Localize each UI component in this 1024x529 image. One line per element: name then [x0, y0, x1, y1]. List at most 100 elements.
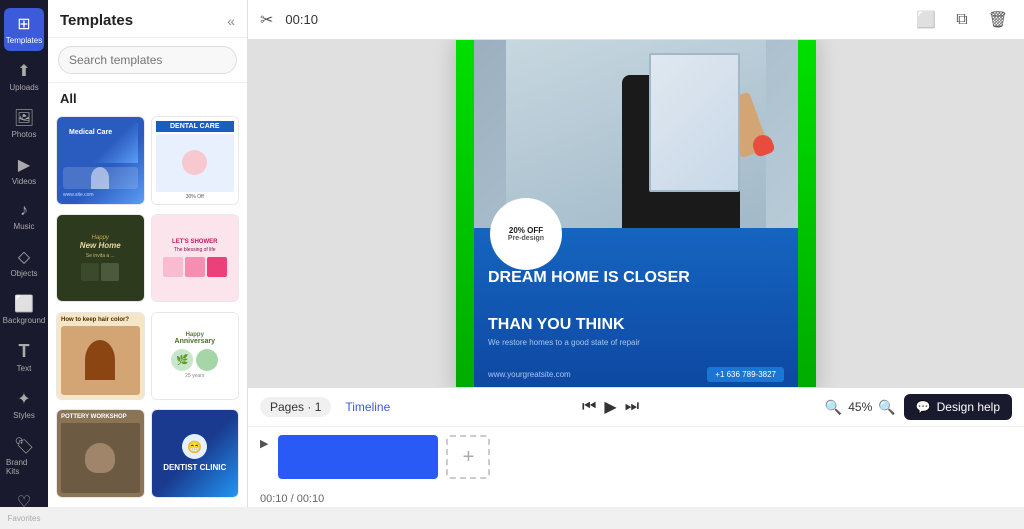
timeline-content: ▶ +: [248, 427, 1024, 487]
template-dentist-clinic[interactable]: 😁 Dentist Clinic: [151, 409, 240, 498]
sidebar-item-label: Styles: [13, 411, 35, 420]
favorites-icon: ♡: [17, 492, 31, 512]
time-display-bar: 00:10 / 00:10: [248, 487, 1024, 511]
design-bottom: 20% OFF Pre-design DREAM HOME IS CLOSER …: [474, 228, 798, 387]
photos-icon: 🖼: [14, 108, 34, 128]
frame-button[interactable]: ⬜: [912, 6, 940, 34]
sidebar-nav: ⊞ Templates ⬆ Uploads 🖼 Photos ▶ Videos …: [0, 0, 48, 507]
glove: [750, 132, 776, 158]
time-display: 00:10 / 00:10: [260, 487, 324, 505]
templates-icon: ⊞: [17, 14, 30, 34]
templates-panel-title: Templates: [60, 12, 133, 29]
template-medical-care[interactable]: Medical Care www.site.com: [56, 116, 145, 205]
design-help-icon: 💬: [916, 400, 931, 414]
skip-forward-button[interactable]: ⏭: [625, 398, 639, 416]
templates-grid: Medical Care www.site.com DENTAL CARE 30…: [48, 110, 247, 507]
template-label: Anniversary: [175, 338, 215, 345]
sidebar-item-styles[interactable]: ✦ Styles: [4, 383, 44, 426]
design-help-button[interactable]: 💬 Design help: [904, 394, 1012, 420]
headline-line2: THAN YOU THINK: [488, 315, 784, 334]
background-icon: ⬜: [14, 294, 34, 314]
sidebar-item-objects[interactable]: ◇ Objects: [4, 241, 44, 284]
template-label: The blessing of life: [174, 247, 216, 253]
scissors-icon[interactable]: ✂: [260, 10, 273, 30]
sidebar-item-videos[interactable]: ▶ Videos: [4, 149, 44, 192]
uploads-icon: ⬆: [17, 61, 30, 81]
sidebar-item-label: Templates: [6, 36, 42, 45]
all-label: All: [48, 83, 247, 110]
template-pottery-workshop[interactable]: POTTERY WORKSHOP: [56, 409, 145, 498]
sidebar-item-brandkits[interactable]: 🏷 Brand Kits: [4, 430, 44, 482]
sidebar-item-label: Objects: [10, 269, 37, 278]
sidebar-item-templates[interactable]: ⊞ Templates: [4, 8, 44, 51]
template-lets-shower[interactable]: LET'S SHOWER The blessing of life: [151, 214, 240, 303]
sidebar-item-label: Videos: [12, 177, 36, 186]
zoom-percent: 45%: [848, 400, 872, 414]
current-time: 00:10: [285, 12, 318, 27]
timeline-item-1: [278, 435, 438, 479]
skip-back-button[interactable]: ⏮: [582, 398, 596, 416]
timeline-controls: Pages · 1 Timeline ⏮ ▶ ⏭ 🔍 45% 🔍 💬 Desig…: [248, 388, 1024, 427]
design-url: www.yourgreatsite.com: [488, 370, 571, 379]
copy-button[interactable]: ⧉: [952, 7, 971, 33]
template-label: New Home: [80, 241, 121, 250]
template-dental-care[interactable]: DENTAL CARE 30% Off: [151, 116, 240, 205]
wall-panel: [649, 53, 740, 192]
text-icon: T: [19, 341, 30, 362]
template-label: LET'S SHOWER: [172, 239, 217, 245]
add-clip-button[interactable]: +: [446, 435, 490, 479]
sidebar-item-background[interactable]: ⬜ Background: [4, 288, 44, 331]
template-anniversary[interactable]: Happy Anniversary 🌿 25 years: [151, 312, 240, 401]
search-bar: [48, 38, 247, 83]
music-icon: ♪: [20, 202, 28, 220]
design-help-label: Design help: [937, 400, 1000, 414]
template-label: DENTAL CARE: [156, 121, 235, 132]
zoom-out-button[interactable]: 🔍: [825, 399, 842, 416]
sidebar-item-label: Favorites: [8, 514, 41, 523]
sidebar-item-text[interactable]: T Text: [4, 335, 44, 379]
objects-icon: ◇: [18, 247, 30, 267]
sidebar-item-label: Uploads: [9, 83, 38, 92]
play-button[interactable]: ▶: [604, 397, 616, 417]
timeline-clip[interactable]: [278, 435, 438, 479]
sidebar-item-uploads[interactable]: ⬆ Uploads: [4, 55, 44, 98]
template-dentist-label: Dentist Clinic: [163, 463, 226, 473]
template-label: Medical Care: [63, 123, 138, 163]
editor-toolbar: ✂ 00:10 ⬜ ⧉ 🗑: [248, 0, 1024, 40]
headline-line1: DREAM HOME IS CLOSER: [488, 268, 784, 287]
videos-icon: ▶: [18, 155, 30, 175]
timeline-tab[interactable]: Timeline: [339, 397, 396, 417]
sidebar-item-label: Background: [3, 316, 46, 325]
templates-header: Templates «: [48, 0, 247, 38]
sidebar-item-label: Text: [17, 364, 32, 373]
delete-button[interactable]: 🗑: [984, 6, 1012, 34]
sidebar-item-music[interactable]: ♪ Music: [4, 196, 44, 237]
zoom-controls: 🔍 45% 🔍: [825, 399, 896, 416]
template-label: POTTERY WORKSHOP: [61, 414, 140, 420]
sidebar-item-favorites[interactable]: ♡ Favorites: [4, 486, 44, 529]
sidebar-item-photos[interactable]: 🖼 Photos: [4, 102, 44, 145]
template-happy-new-home[interactable]: Happy New Home Se invita a ...: [56, 214, 145, 303]
design-subtext: We restore homes to a good state of repa…: [488, 338, 784, 347]
zoom-in-button[interactable]: 🔍: [878, 399, 895, 416]
templates-panel: Templates « All Medical Care www.site.co…: [48, 0, 248, 507]
sidebar-item-label: Music: [14, 222, 35, 231]
sidebar-item-label: Brand Kits: [6, 458, 42, 476]
template-hair-color[interactable]: How to keep hair color?: [56, 312, 145, 401]
offer-badge: 20% OFF Pre-design: [490, 198, 562, 270]
design-card: 20% OFF Pre-design DREAM HOME IS CLOSER …: [456, 40, 816, 387]
sidebar-item-label: Photos: [12, 130, 37, 139]
timeline-bar: Pages · 1 Timeline ⏮ ▶ ⏭ 🔍 45% 🔍 💬 Desig…: [248, 387, 1024, 507]
collapse-panel-button[interactable]: «: [227, 13, 235, 29]
editor-area: ✂ 00:10 ⬜ ⧉ 🗑: [248, 0, 1024, 507]
template-label: Se invita a ...: [86, 253, 115, 259]
design-footer: www.yourgreatsite.com +1 636 789-3827: [488, 367, 784, 382]
design-phone: +1 636 789-3827: [707, 367, 784, 382]
pages-button[interactable]: Pages · 1: [260, 397, 331, 417]
brandkits-icon: 🏷: [14, 436, 34, 456]
canvas-area: 20% OFF Pre-design DREAM HOME IS CLOSER …: [248, 40, 1024, 387]
timeline-flag: ▶: [260, 437, 268, 450]
badge-predesign-text: Pre-design: [508, 235, 544, 242]
search-input[interactable]: [58, 46, 237, 74]
plus-icon: +: [463, 446, 475, 469]
